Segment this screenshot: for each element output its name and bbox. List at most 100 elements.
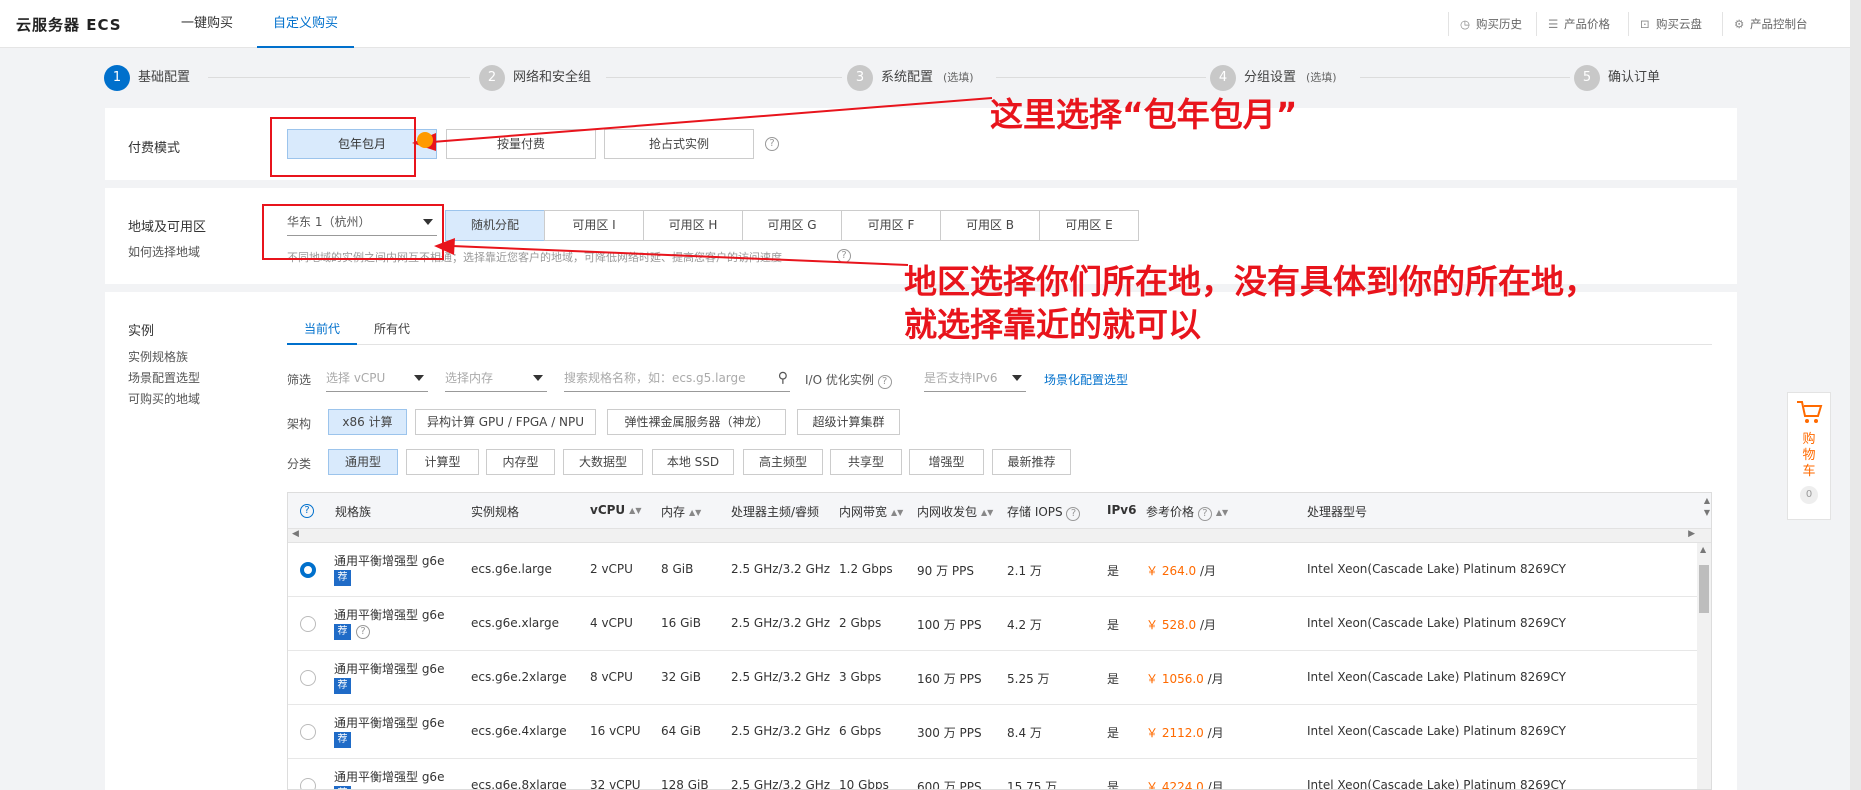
category-enhanced[interactable]: 增强型 [909,449,984,475]
search-icon[interactable]: ⚲ [778,366,788,390]
filter-label: 筛选 [287,373,312,387]
link-buy-disk[interactable]: ⊡ 购买云盘 [1640,16,1702,32]
col-memory[interactable]: 内存 ▲▼ [661,503,701,520]
category-local-ssd[interactable]: 本地 SSD [652,449,734,475]
arrow-up-icon[interactable]: ▲ [1700,545,1706,554]
category-general[interactable]: 通用型 [328,449,398,475]
category-shared[interactable]: 共享型 [830,449,902,475]
row-iops: 4.2 万 [1007,618,1042,632]
annotation-billing: 这里选择“包年包月” [990,95,1298,134]
row-frequency: 2.5 GHz/3.2 GHz [731,562,831,576]
zone-random[interactable]: 随机分配 [445,210,545,241]
row-cpu-model: Intel Xeon(Cascade Lake) Platinum 8269CY [1307,778,1566,790]
row-memory: 16 GiB [661,616,701,630]
col-vcpu[interactable]: vCPU ▲▼ [590,503,641,517]
arch-heterogeneous[interactable]: 异构计算 GPU / FPGA / NPU [415,409,596,435]
arch-bare-metal[interactable]: 弹性裸金属服务器（神龙） [607,409,786,435]
tab-quick-buy[interactable]: 一键购买 [165,0,249,48]
help-icon[interactable]: ? [837,249,851,263]
table-row[interactable]: 通用平衡增强型 g6e 荐 ecs.g6e.8xlarge 32 vCPU 12… [288,760,1698,790]
vcpu-select[interactable]: 选择 vCPU [326,366,428,392]
help-icon[interactable]: ? [1066,507,1081,521]
table-row[interactable]: 通用平衡增强型 g6e 荐 ? ecs.g6e.xlarge 4 vCPU 16… [288,598,1698,651]
arch-x86[interactable]: x86 计算 [328,409,407,435]
arrow-left-icon[interactable]: ◀ [292,529,299,539]
row-price: ￥ 2112.0 /月 [1146,724,1224,741]
category-recommended[interactable]: 最新推荐 [992,449,1071,475]
tab-current-gen[interactable]: 当前代 [287,318,357,345]
row-family: 通用平衡增强型 g6e [334,608,445,622]
help-icon[interactable]: ? [765,137,779,151]
zone-h[interactable]: 可用区 H [643,210,743,241]
help-icon[interactable]: ? [356,625,370,639]
zone-i[interactable]: 可用区 I [544,210,644,241]
row-ipv6: 是 [1107,564,1120,578]
row-radio[interactable] [300,778,316,789]
col-bandwidth[interactable]: 内网带宽 ▲▼ [839,503,903,520]
category-big-data[interactable]: 大数据型 [563,449,643,475]
link-scene-config[interactable]: 场景配置选型 [128,369,200,386]
cart-widget[interactable]: 购 物 车 0 [1787,392,1831,520]
billing-payg-button[interactable]: 按量付费 [446,129,596,159]
tab-all-gen[interactable]: 所有代 [357,318,427,345]
help-icon[interactable]: ? [1197,507,1212,521]
row-price: ￥ 264.0 /月 [1146,562,1216,579]
billing-spot-button[interactable]: 抢占式实例 [604,129,754,159]
col-price[interactable]: 参考价格 ? ▲▼ [1146,503,1228,521]
vertical-scrollbar[interactable]: ▲ [1697,543,1711,789]
lock-icon: ⊡ [1640,17,1650,31]
row-bandwidth: 2 Gbps [839,616,882,630]
memory-select[interactable]: 选择内存 [445,366,547,392]
row-radio[interactable] [300,670,316,686]
link-available-regions[interactable]: 可购买的地域 [128,390,200,407]
link-instance-family[interactable]: 实例规格族 [128,348,188,365]
link-console[interactable]: ⚙ 产品控制台 [1734,16,1808,32]
cart-count-badge: 0 [1800,486,1818,504]
row-frequency: 2.5 GHz/3.2 GHz [731,778,831,790]
table-row[interactable]: 通用平衡增强型 g6e 荐 ecs.g6e.large 2 vCPU 8 GiB… [288,544,1698,597]
ipv6-select[interactable]: 是否支持IPv6 [924,366,1026,392]
scrollbar-thumb[interactable] [1699,565,1709,613]
cart-char: 购 [1802,432,1816,447]
row-price: ￥ 4224.0 /月 [1146,778,1224,789]
sort-icon: ▲▼ [689,508,702,517]
scroll-arrows-icon[interactable]: ▲ ▼ [1704,495,1710,519]
zone-f[interactable]: 可用区 F [841,210,941,241]
link-purchase-history[interactable]: ◷ 购买历史 [1460,16,1522,32]
region-help-link[interactable]: 如何选择地域 [128,243,200,260]
category-compute[interactable]: 计算型 [406,449,479,475]
col-pps[interactable]: 内网收发包 ▲▼ [917,503,993,520]
help-icon[interactable]: ? [300,502,314,518]
price-unit: /月 [1200,564,1217,578]
zone-b[interactable]: 可用区 B [940,210,1040,241]
tab-custom-buy[interactable]: 自定义购买 [257,0,355,48]
arrow-right-icon[interactable]: ▶ [1688,529,1695,539]
window-scrollbar[interactable] [1850,0,1861,790]
table-row[interactable]: 通用平衡增强型 g6e 荐 ecs.g6e.4xlarge 16 vCPU 64… [288,706,1698,759]
category-memory[interactable]: 内存型 [486,449,555,475]
sort-icon: ▲▼ [891,508,904,517]
row-radio[interactable] [300,562,316,578]
spec-search-input[interactable]: 搜索规格名称，如：ecs.g5.large ⚲ [564,366,790,392]
annotation-box-billing [270,117,416,177]
help-icon[interactable]: ? [877,375,892,389]
scene-config-link[interactable]: 场景化配置选型 [1044,371,1128,388]
link-product-price[interactable]: ☰ 产品价格 [1548,16,1610,32]
row-radio[interactable] [300,616,316,632]
row-family: 通用平衡增强型 g6e [334,554,445,568]
region-label: 地域及可用区 [128,220,207,235]
row-radio[interactable] [300,724,316,740]
zone-g[interactable]: 可用区 G [742,210,842,241]
category-high-freq[interactable]: 高主频型 [743,449,823,475]
row-frequency: 2.5 GHz/3.2 GHz [731,670,831,684]
horizontal-scrollbar[interactable]: ◀ ▶ [288,529,1711,543]
step-label: 系统配置 [881,70,934,85]
table-row[interactable]: 通用平衡增强型 g6e 荐 ecs.g6e.2xlarge 8 vCPU 32 … [288,652,1698,705]
arch-super-computing[interactable]: 超级计算集群 [797,409,900,435]
top-bar: 云服务器 ECS 一键购买 自定义购买 ◷ 购买历史 ☰ 产品价格 ⊡ 购买云盘 ⚙ 产… [0,0,1850,48]
row-ipv6: 是 [1107,726,1120,740]
zone-e[interactable]: 可用区 E [1039,210,1139,241]
step-label: 分组设置 [1244,70,1297,85]
row-vcpu: 8 vCPU [590,670,633,684]
row-bandwidth: 10 Gbps [839,778,889,790]
